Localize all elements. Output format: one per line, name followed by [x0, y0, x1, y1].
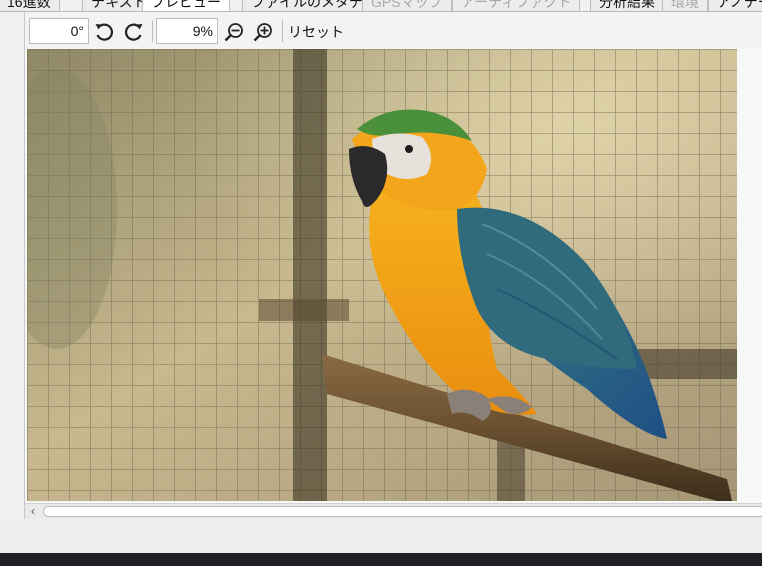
- rotate-left-icon[interactable]: [92, 20, 116, 44]
- zoom-out-icon[interactable]: [222, 20, 246, 44]
- toolbar-divider: [282, 20, 283, 42]
- taskbar: [0, 553, 762, 566]
- tab-analysis-results[interactable]: 分析結果: [590, 0, 664, 11]
- zoom-field[interactable]: 9%: [156, 18, 218, 44]
- tab-environment[interactable]: 環境: [662, 0, 708, 11]
- status-strip: [0, 519, 762, 553]
- image-toolbar: 0° 9% リセット: [24, 12, 762, 48]
- image-viewport[interactable]: [24, 48, 762, 503]
- tab-gps-map[interactable]: GPSマップ: [362, 0, 452, 11]
- tab-artifacts[interactable]: アーティファクト: [452, 0, 581, 11]
- toolbar-divider: [152, 20, 153, 42]
- tab-hex[interactable]: 16進数: [0, 0, 60, 11]
- rotation-field[interactable]: 0°: [29, 18, 89, 44]
- scrollbar-thumb[interactable]: [43, 506, 762, 517]
- horizontal-scrollbar[interactable]: ‹: [24, 503, 762, 519]
- scroll-left-icon[interactable]: ‹: [25, 504, 41, 519]
- tab-strip: 16進数 テキスト プレビュー ファイルのメタデータ GPSマップ アーティファ…: [0, 0, 762, 12]
- rotate-right-icon[interactable]: [122, 20, 146, 44]
- tab-preview[interactable]: プレビュー: [142, 0, 230, 11]
- preview-panel: 16進数 テキスト プレビュー ファイルのメタデータ GPSマップ アーティファ…: [0, 0, 762, 566]
- zoom-in-icon[interactable]: [251, 20, 275, 44]
- parrot-photo: [27, 49, 737, 501]
- reset-button[interactable]: リセット: [288, 20, 344, 44]
- tab-annotations[interactable]: アノテーション: [708, 0, 762, 11]
